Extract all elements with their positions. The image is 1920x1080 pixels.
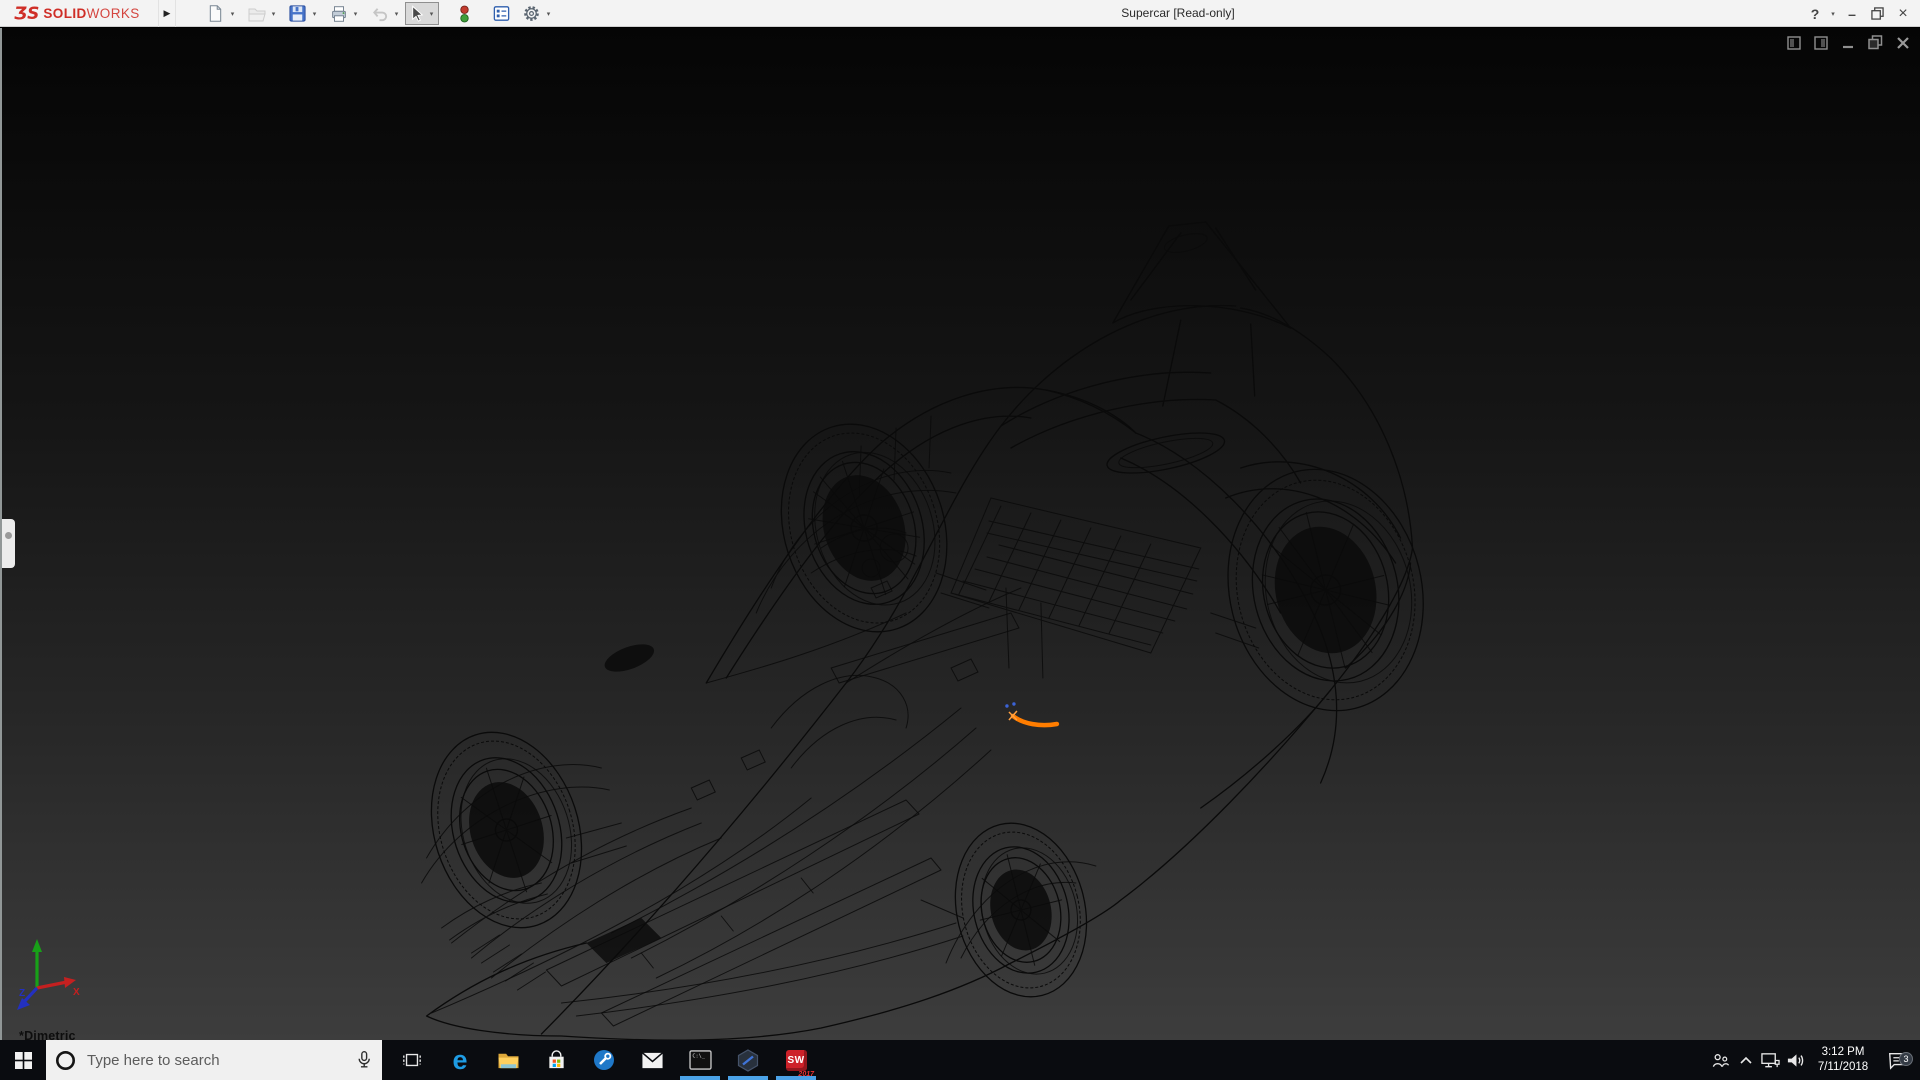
- folder-icon: [498, 1053, 518, 1069]
- wrench-circle-icon: [594, 1050, 614, 1070]
- volume-icon[interactable]: [1783, 1051, 1808, 1070]
- graphics-viewport[interactable]: X Z *Dimetric: [0, 28, 1920, 1040]
- dropdown-caret-icon[interactable]: ▾: [391, 10, 402, 18]
- orientation-triad[interactable]: X Z: [10, 936, 94, 1028]
- gear-icon: [524, 6, 539, 21]
- quick-access-toolbar: ▾ ▾ ▾ ▾ ▾ ▾ ▾: [204, 0, 554, 27]
- doc-minimize-button[interactable]: [1841, 36, 1855, 50]
- window-controls: ? ▾ – ×: [1804, 0, 1916, 27]
- restore-button[interactable]: [1864, 0, 1890, 27]
- save-floppy-icon: [289, 5, 306, 22]
- sw-cube-icon: SW: [785, 1049, 807, 1071]
- clock-date: 7/11/2018: [1817, 1061, 1869, 1073]
- evaluate-list-button[interactable]: [490, 2, 513, 25]
- view-orientation-label: *Dimetric: [19, 1029, 76, 1040]
- axis-x-label: X: [73, 987, 80, 998]
- rebuild-button[interactable]: [453, 2, 476, 25]
- running-indicator: [680, 1076, 720, 1080]
- network-icon[interactable]: [1758, 1051, 1783, 1070]
- tray-chevron-up-icon[interactable]: [1733, 1052, 1758, 1068]
- microsoft-store-icon[interactable]: [532, 1040, 580, 1080]
- mail-icon[interactable]: [628, 1040, 676, 1080]
- help-button[interactable]: ?: [1804, 0, 1826, 27]
- doc-pane-left-icon[interactable]: [1787, 35, 1801, 50]
- print-icon: [331, 5, 346, 22]
- close-button[interactable]: ×: [1890, 0, 1916, 27]
- taskbar-clock[interactable]: 3:12 PM 7/11/2018: [1808, 1045, 1878, 1075]
- print-button[interactable]: [327, 2, 350, 25]
- panel-tab-dot-icon: [5, 532, 12, 539]
- new-document-icon: [209, 5, 222, 22]
- list-properties-icon: [493, 6, 510, 21]
- hexagon-3d-app-icon[interactable]: [724, 1040, 772, 1080]
- collapsed-panel-tab[interactable]: [2, 519, 15, 568]
- dropdown-caret-icon[interactable]: ▾: [543, 10, 554, 18]
- dropdown-caret-icon[interactable]: ▾: [268, 10, 279, 18]
- start-button[interactable]: [0, 1040, 46, 1080]
- store-bag-icon: [548, 1049, 564, 1068]
- axis-z-label: Z: [19, 988, 25, 999]
- undo-button[interactable]: [368, 2, 391, 25]
- system-tray: 3:12 PM 7/11/2018 3: [1708, 1040, 1920, 1080]
- task-view-icon: [403, 1053, 421, 1067]
- save-button[interactable]: [286, 2, 309, 25]
- open-button[interactable]: [245, 2, 268, 25]
- undo-arrow-icon: [373, 8, 388, 22]
- menu-flyout-arrow-icon[interactable]: ▶: [158, 0, 176, 27]
- front-left-wheel: [430, 731, 583, 929]
- windows-logo-icon: [14, 1051, 32, 1069]
- running-indicator: [776, 1076, 816, 1080]
- doc-pane-right-icon[interactable]: [1814, 35, 1828, 50]
- people-icon[interactable]: [1708, 1051, 1733, 1070]
- notification-badge: 3: [1899, 1052, 1913, 1066]
- traffic-light-icon: [460, 5, 469, 22]
- solidworks-window: ƷS SOLID WORKS ▶ ▾ ▾ ▾ ▾ ▾ ▾ ▾ Supercar …: [0, 0, 1920, 1080]
- doc-close-button[interactable]: [1896, 36, 1910, 50]
- microphone-icon[interactable]: [354, 1049, 374, 1071]
- hexagon-icon: [737, 1048, 759, 1072]
- dropdown-caret-icon[interactable]: ▾: [309, 10, 320, 18]
- command-prompt-icon[interactable]: C:\_: [676, 1040, 724, 1080]
- help-caret-icon[interactable]: ▾: [1826, 0, 1840, 27]
- dropdown-caret-icon[interactable]: ▾: [350, 10, 361, 18]
- taskbar-app-icons: e C:\_ SW 2017: [388, 1040, 820, 1080]
- task-view-button[interactable]: [388, 1040, 436, 1080]
- titlebar: ƷS SOLID WORKS ▶ ▾ ▾ ▾ ▾ ▾ ▾ ▾ Supercar …: [0, 0, 1920, 27]
- terminal-icon: C:\_: [688, 1050, 712, 1070]
- envelope-icon: [641, 1051, 663, 1068]
- clock-time: 3:12 PM: [1821, 1046, 1865, 1059]
- brand-name-light: WORKS: [86, 6, 140, 21]
- solidworks-taskbar-icon[interactable]: SW 2017: [772, 1040, 820, 1080]
- new-document-button[interactable]: [204, 2, 227, 25]
- file-explorer-icon[interactable]: [484, 1040, 532, 1080]
- windows-taskbar: e C:\_ SW 2017: [0, 1040, 1920, 1080]
- svg-text:C:\_: C:\_: [692, 1054, 705, 1060]
- doc-restore-button[interactable]: [1868, 35, 1883, 50]
- dropdown-caret-icon[interactable]: ▾: [426, 10, 437, 18]
- dropdown-caret-icon[interactable]: ▾: [227, 10, 238, 18]
- document-window-controls: [1787, 35, 1910, 50]
- options-button[interactable]: [520, 2, 543, 25]
- restore-icon: [1870, 7, 1884, 20]
- select-cursor-icon: [412, 5, 424, 22]
- selected-edge-highlight[interactable]: [1005, 702, 1060, 728]
- document-title: Supercar [Read-only]: [1121, 6, 1235, 20]
- brand-name-bold: SOLID: [43, 6, 87, 21]
- open-folder-icon: [248, 8, 266, 21]
- edge-browser-icon[interactable]: e: [436, 1040, 484, 1080]
- solidworks-logo: ƷS SOLID WORKS: [14, 0, 140, 27]
- solidworks-logo-mark: ƷS: [14, 3, 40, 24]
- get-help-wrench-icon[interactable]: [580, 1040, 628, 1080]
- search-input[interactable]: [87, 1051, 348, 1069]
- rear-right-wheel: [1227, 468, 1424, 712]
- select-tool-button[interactable]: ▾: [405, 2, 439, 25]
- wireframe-car-model: [421, 221, 1424, 1040]
- minimize-button[interactable]: –: [1840, 0, 1864, 27]
- taskbar-search[interactable]: [46, 1040, 382, 1080]
- cortana-icon: [55, 1050, 76, 1071]
- running-indicator: [728, 1076, 768, 1080]
- action-center-button[interactable]: 3: [1878, 1050, 1916, 1070]
- front-right-wheel: [954, 822, 1088, 998]
